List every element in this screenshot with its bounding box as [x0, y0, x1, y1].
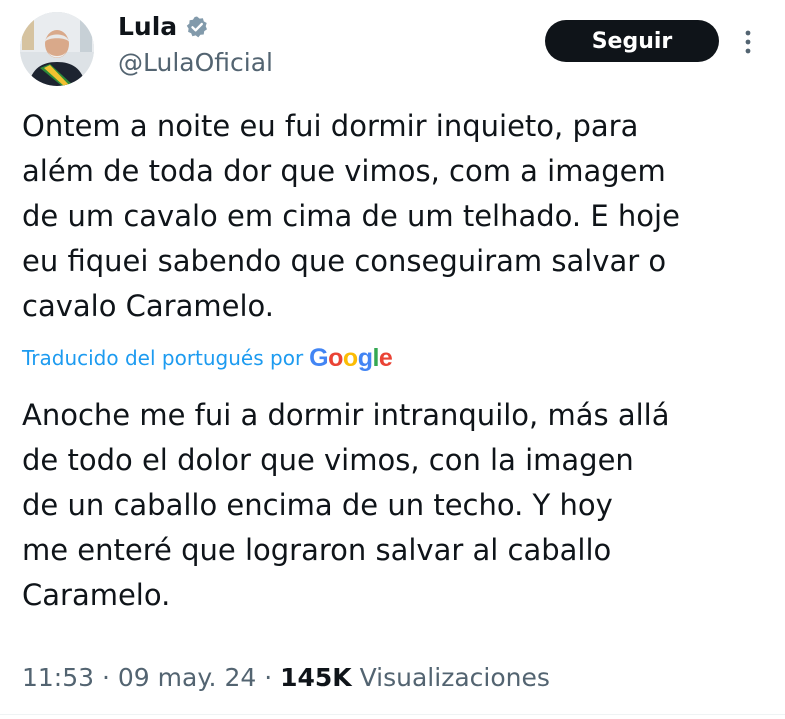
google-logo-letter: g [357, 344, 373, 372]
google-logo-letter: o [342, 344, 358, 372]
translated-text: Anoche me fui a dormir intranquilo, más … [22, 398, 670, 612]
tweet-meta: 11:53 · 09 may. 24 · 145K Visualizacione… [22, 660, 550, 696]
name-row: Lula [118, 12, 209, 42]
google-logo-letter: e [378, 344, 393, 372]
avatar-image [20, 12, 94, 86]
views-count: 145K [280, 663, 352, 692]
more-options-icon[interactable] [740, 28, 756, 56]
display-name[interactable]: Lula [118, 12, 177, 42]
google-logo: Google [309, 343, 393, 373]
google-logo-letter: G [309, 344, 329, 372]
tweet-text: Ontem a noite eu fui dormir inquieto, pa… [22, 109, 680, 323]
tweet-card: Lula @LulaOficial Seguir Ontem a noite e… [0, 0, 785, 719]
translation-attribution[interactable]: Traducido del portugués por Google [22, 343, 393, 373]
google-logo-letter: o [328, 344, 343, 372]
tweet-time[interactable]: 11:53 [22, 660, 94, 696]
tweet-date[interactable]: 09 may. 24 [118, 660, 256, 696]
follow-button[interactable]: Seguir [545, 20, 719, 62]
avatar[interactable] [20, 12, 94, 86]
views-label: Visualizaciones [351, 663, 550, 692]
meta-separator: · [94, 663, 118, 692]
verified-badge-icon[interactable] [185, 15, 209, 39]
meta-separator: · [256, 663, 281, 692]
translation-label: Traducido del portugués por [22, 346, 304, 370]
user-handle[interactable]: @LulaOficial [118, 48, 273, 78]
divider [0, 714, 785, 715]
